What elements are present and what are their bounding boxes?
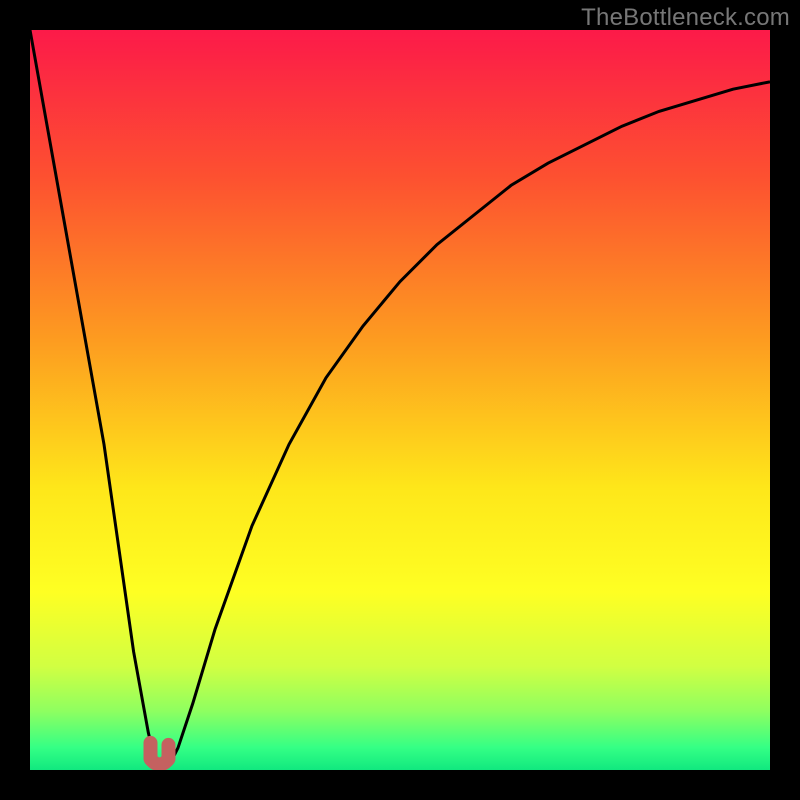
chart-frame: TheBottleneck.com: [0, 0, 800, 800]
watermark-text: TheBottleneck.com: [581, 4, 790, 32]
plot-area: [30, 30, 770, 770]
bottleneck-chart: [30, 30, 770, 770]
gradient-background: [30, 30, 770, 770]
